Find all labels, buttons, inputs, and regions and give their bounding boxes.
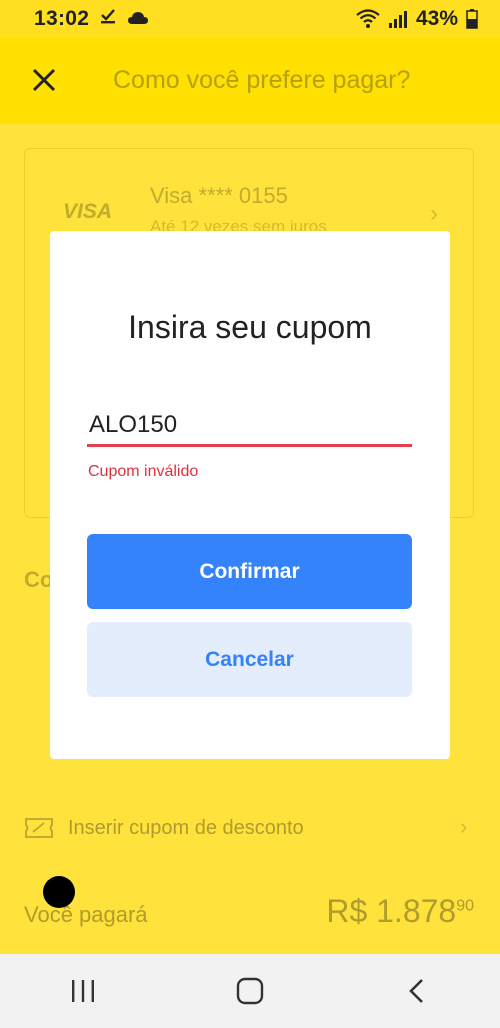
pay-amount: R$ 1.87890	[326, 893, 474, 930]
coupon-row: Inserir cupom de desconto ›	[24, 812, 474, 844]
wifi-icon	[356, 9, 380, 29]
status-right: 43%	[356, 7, 478, 31]
signal-icon	[388, 10, 408, 28]
modal-title: Insira seu cupom	[128, 309, 372, 345]
pay-label: Você pagará	[24, 902, 148, 927]
app-header: Como você prefere pagar?	[0, 38, 500, 124]
confirm-button[interactable]: Confirmar	[87, 534, 412, 609]
battery-icon	[466, 9, 478, 29]
pay-amount-cents: 90	[456, 897, 474, 915]
section-label: Co	[24, 567, 54, 592]
status-time: 13:02	[34, 7, 90, 30]
pay-amount-main: R$ 1.878	[326, 893, 457, 929]
card-name: Visa **** 0155	[150, 183, 288, 208]
navigation-bar	[0, 954, 500, 1028]
chevron-right-icon: ›	[460, 814, 468, 839]
close-icon[interactable]	[30, 66, 58, 94]
pay-row: Você pagará R$ 1.87890	[24, 893, 474, 930]
coupon-icon	[24, 817, 54, 839]
download-done-icon	[99, 7, 117, 31]
recent-apps-icon[interactable]	[53, 961, 113, 1021]
coupon-modal: Insira seu cupom Cupom inválido Confirma…	[50, 231, 450, 759]
cloud-icon	[127, 7, 149, 31]
coupon-input[interactable]	[87, 405, 412, 447]
home-icon[interactable]	[220, 961, 280, 1021]
back-icon[interactable]	[387, 961, 447, 1021]
chevron-right-icon: ›	[430, 200, 438, 227]
cancel-button[interactable]: Cancelar	[87, 622, 412, 697]
battery-percent: 43%	[415, 7, 458, 30]
coupon-label: Inserir cupom de desconto	[68, 816, 304, 839]
visa-logo: VISA	[63, 200, 113, 223]
page-title: Como você prefere pagar?	[113, 66, 411, 94]
status-bar: 13:02 43%	[0, 0, 500, 38]
floating-dot[interactable]	[43, 876, 75, 908]
error-message: Cupom inválido	[88, 463, 199, 480]
